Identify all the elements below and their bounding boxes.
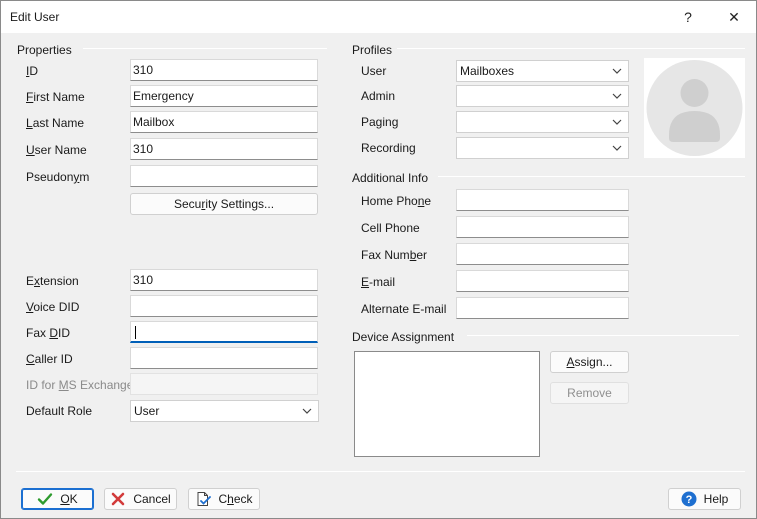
voice-did-label: Voice DID [26, 300, 80, 314]
title-bar: Edit User ? ✕ [1, 1, 756, 33]
user-profile-select[interactable]: Mailboxes [456, 60, 629, 82]
cancel-x-icon [112, 492, 125, 506]
ms-exchange-field [130, 373, 318, 395]
voice-did-field[interactable] [130, 295, 318, 317]
assign-button[interactable]: Assign... [550, 351, 629, 373]
chevron-down-icon [612, 119, 622, 125]
paging-profile-select[interactable] [456, 111, 629, 133]
edit-user-dialog: Edit User ? ✕ Properties ID 310 First Na… [0, 0, 757, 519]
help-icon: ? [681, 491, 697, 507]
avatar-placeholder-icon [646, 60, 743, 156]
remove-button: Remove [550, 382, 629, 404]
chevron-down-icon [612, 68, 622, 74]
pseudonym-label: Pseudonym [26, 170, 90, 184]
recording-profile-label: Recording [361, 141, 416, 155]
fax-number-field[interactable] [456, 243, 629, 265]
cell-phone-field[interactable] [456, 216, 629, 238]
user-name-label: User Name [26, 143, 87, 157]
email-field[interactable] [456, 270, 629, 292]
chevron-down-icon [612, 93, 622, 99]
extension-field[interactable]: 310 [130, 269, 318, 291]
home-phone-label: Home Phone [361, 194, 432, 208]
cancel-button[interactable]: Cancel [104, 488, 177, 510]
default-role-select[interactable]: User [130, 400, 319, 422]
paging-profile-label: Paging [361, 115, 399, 129]
footer-divider [16, 471, 745, 472]
svg-text:?: ? [685, 494, 692, 506]
checkmark-icon [38, 493, 53, 505]
check-button[interactable]: Check [188, 488, 260, 510]
last-name-label: Last Name [26, 116, 85, 130]
first-name-field[interactable]: Emergency [130, 85, 318, 107]
properties-group-label: Properties [17, 43, 72, 57]
properties-divider [83, 48, 327, 49]
fax-did-field[interactable] [130, 321, 318, 343]
alternate-email-field[interactable] [456, 297, 629, 319]
id-label: ID [26, 64, 39, 78]
device-assignment-group-label: Device Assignment [352, 330, 455, 344]
caller-id-label: Caller ID [26, 352, 73, 366]
cell-phone-label: Cell Phone [361, 221, 420, 235]
chevron-down-icon [302, 408, 312, 414]
help-title-button[interactable]: ? [667, 1, 709, 33]
question-icon: ? [684, 9, 692, 25]
device-assignment-divider [467, 335, 739, 336]
device-list[interactable] [354, 351, 540, 457]
profiles-group-label: Profiles [352, 43, 393, 57]
user-profile-label: User [361, 64, 387, 78]
chevron-down-icon [612, 145, 622, 151]
additional-info-divider [438, 176, 745, 177]
text-caret [135, 326, 136, 340]
pseudonym-field[interactable] [130, 165, 318, 187]
profiles-divider [397, 48, 745, 49]
user-avatar[interactable] [644, 58, 745, 158]
extension-label: Extension [26, 274, 79, 288]
last-name-field[interactable]: Mailbox [130, 111, 318, 133]
additional-info-group-label: Additional Info [352, 171, 429, 185]
email-label: E-mail [361, 275, 396, 289]
home-phone-field[interactable] [456, 189, 629, 211]
help-button[interactable]: ? Help [668, 488, 741, 510]
fax-did-label: Fax DID [26, 326, 71, 340]
admin-profile-select[interactable] [456, 85, 629, 107]
ok-button[interactable]: OK [21, 488, 94, 510]
id-field[interactable]: 310 [130, 59, 318, 81]
security-settings-button[interactable]: Secu r ity Settings... [130, 193, 318, 215]
caller-id-field[interactable] [130, 347, 318, 369]
alternate-email-label: Alternate E-mail [361, 302, 447, 316]
default-role-label: Default Role [26, 404, 93, 418]
fax-number-label: Fax Number [361, 248, 428, 262]
window-title: Edit User [10, 10, 60, 24]
user-name-field[interactable]: 310 [130, 138, 318, 160]
recording-profile-select[interactable] [456, 137, 629, 159]
first-name-label: First Name [26, 90, 85, 104]
admin-profile-label: Admin [361, 89, 396, 103]
ms-exchange-label: ID for MS Exchange [26, 378, 134, 392]
document-check-icon [197, 492, 212, 506]
close-button[interactable]: ✕ [713, 1, 755, 33]
close-icon: ✕ [728, 8, 740, 25]
